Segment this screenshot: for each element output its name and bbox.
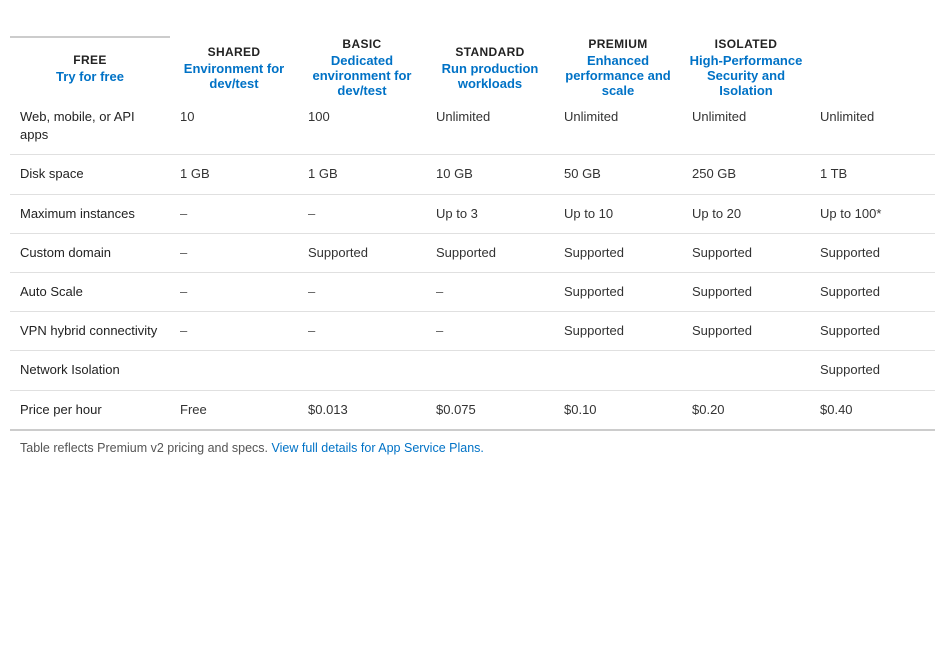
tier-label-isolated: ISOLATED <box>682 37 810 51</box>
tier-desc-premium: Enhanced performance and scale <box>554 53 682 98</box>
table-row: Auto Scale–––SupportedSupportedSupported <box>10 272 935 311</box>
value-cell: – <box>426 312 554 351</box>
tier-desc-shared: Environment for dev/test <box>170 61 298 91</box>
tier-desc-free: Try for free <box>10 69 170 84</box>
dash-icon: – <box>308 206 315 221</box>
feature-header-empty <box>10 16 170 37</box>
value-cell: Unlimited <box>682 98 810 155</box>
feature-cell: Auto Scale <box>10 272 170 311</box>
feature-cell: Custom domain <box>10 233 170 272</box>
table-row: Price per hourFree$0.013$0.075$0.10$0.20… <box>10 390 935 430</box>
value-cell: 1 GB <box>170 155 298 194</box>
value-cell: $0.075 <box>426 390 554 430</box>
feature-cell: Web, mobile, or API apps <box>10 98 170 155</box>
value-cell <box>298 351 426 390</box>
value-cell: Up to 3 <box>426 194 554 233</box>
value-cell: – <box>170 272 298 311</box>
value-cell: Supported <box>554 272 682 311</box>
value-cell: Supported <box>810 351 935 390</box>
value-cell: Supported <box>810 233 935 272</box>
table-row: Disk space1 GB1 GB10 GB50 GB250 GB1 TB <box>10 155 935 194</box>
table-row: Maximum instances––Up to 3Up to 10Up to … <box>10 194 935 233</box>
value-cell: Supported <box>810 272 935 311</box>
value-cell: 50 GB <box>554 155 682 194</box>
value-cell <box>170 351 298 390</box>
feature-cell: Maximum instances <box>10 194 170 233</box>
tier-header-basic: BASIC Dedicated environment for dev/test <box>298 37 426 98</box>
pricing-table-container: FREE Try for freeSHARED Environment for de… <box>0 0 935 471</box>
footer-static-text: Table reflects Premium v2 pricing and sp… <box>20 441 272 455</box>
dash-icon: – <box>180 206 187 221</box>
tier-header-standard: STANDARD Run production workloads <box>426 37 554 98</box>
value-cell: Supported <box>298 233 426 272</box>
value-cell: Supported <box>554 233 682 272</box>
dash-icon: – <box>180 284 187 299</box>
dash-icon: – <box>308 323 315 338</box>
tier-desc-isolated: High-Performance Security and Isolation <box>682 53 810 98</box>
footer-note: Table reflects Premium v2 pricing and sp… <box>10 431 925 455</box>
feature-cell: Network Isolation <box>10 351 170 390</box>
value-cell: – <box>298 272 426 311</box>
value-cell: Unlimited <box>426 98 554 155</box>
tier-header-free: FREE Try for free <box>10 37 170 98</box>
dash-icon: – <box>436 284 443 299</box>
dash-icon: – <box>308 284 315 299</box>
tier-header-isolated: ISOLATED High-Performance Security and Is… <box>682 37 810 98</box>
dash-icon: – <box>180 245 187 260</box>
value-cell: $0.10 <box>554 390 682 430</box>
value-cell <box>426 351 554 390</box>
tier-desc-standard: Run production workloads <box>426 61 554 91</box>
value-cell: $0.013 <box>298 390 426 430</box>
footer-link[interactable]: View full details for App Service Plans. <box>272 441 484 455</box>
value-cell <box>682 351 810 390</box>
feature-cell: Price per hour <box>10 390 170 430</box>
tier-desc-basic: Dedicated environment for dev/test <box>298 53 426 98</box>
tier-label-premium: PREMIUM <box>554 37 682 51</box>
tier-label-shared: SHARED <box>170 45 298 59</box>
value-cell: 100 <box>298 98 426 155</box>
tier-header-shared: SHARED Environment for dev/test <box>170 37 298 98</box>
value-cell: 10 <box>170 98 298 155</box>
value-cell: – <box>426 272 554 311</box>
pricing-table: FREE Try for freeSHARED Environment for de… <box>10 16 935 431</box>
value-cell: $0.40 <box>810 390 935 430</box>
value-cell: – <box>298 194 426 233</box>
value-cell: 1 TB <box>810 155 935 194</box>
value-cell: Unlimited <box>810 98 935 155</box>
value-cell: Up to 10 <box>554 194 682 233</box>
tier-label-basic: BASIC <box>298 37 426 51</box>
feature-cell: Disk space <box>10 155 170 194</box>
value-cell: Free <box>170 390 298 430</box>
table-row: Network Isolation Supported <box>10 351 935 390</box>
feature-cell: VPN hybrid connectivity <box>10 312 170 351</box>
value-cell: Supported <box>682 272 810 311</box>
value-cell: 250 GB <box>682 155 810 194</box>
value-cell: – <box>170 312 298 351</box>
dash-icon: – <box>180 323 187 338</box>
value-cell: Supported <box>682 312 810 351</box>
value-cell: Unlimited <box>554 98 682 155</box>
value-cell: Up to 100* <box>810 194 935 233</box>
tier-label-standard: STANDARD <box>426 45 554 59</box>
table-row: Web, mobile, or API apps10100UnlimitedUn… <box>10 98 935 155</box>
table-row: VPN hybrid connectivity–––SupportedSuppo… <box>10 312 935 351</box>
value-cell: – <box>170 233 298 272</box>
value-cell: 1 GB <box>298 155 426 194</box>
tier-label-free: FREE <box>10 53 170 67</box>
value-cell: Supported <box>554 312 682 351</box>
dash-icon: – <box>436 323 443 338</box>
value-cell: Supported <box>682 233 810 272</box>
value-cell: Supported <box>810 312 935 351</box>
value-cell: – <box>298 312 426 351</box>
value-cell: Up to 20 <box>682 194 810 233</box>
table-row: Custom domain–SupportedSupportedSupporte… <box>10 233 935 272</box>
tier-header-premium: PREMIUM Enhanced performance and scale <box>554 37 682 98</box>
value-cell: 10 GB <box>426 155 554 194</box>
value-cell: – <box>170 194 298 233</box>
value-cell: $0.20 <box>682 390 810 430</box>
value-cell: Supported <box>426 233 554 272</box>
value-cell <box>554 351 682 390</box>
